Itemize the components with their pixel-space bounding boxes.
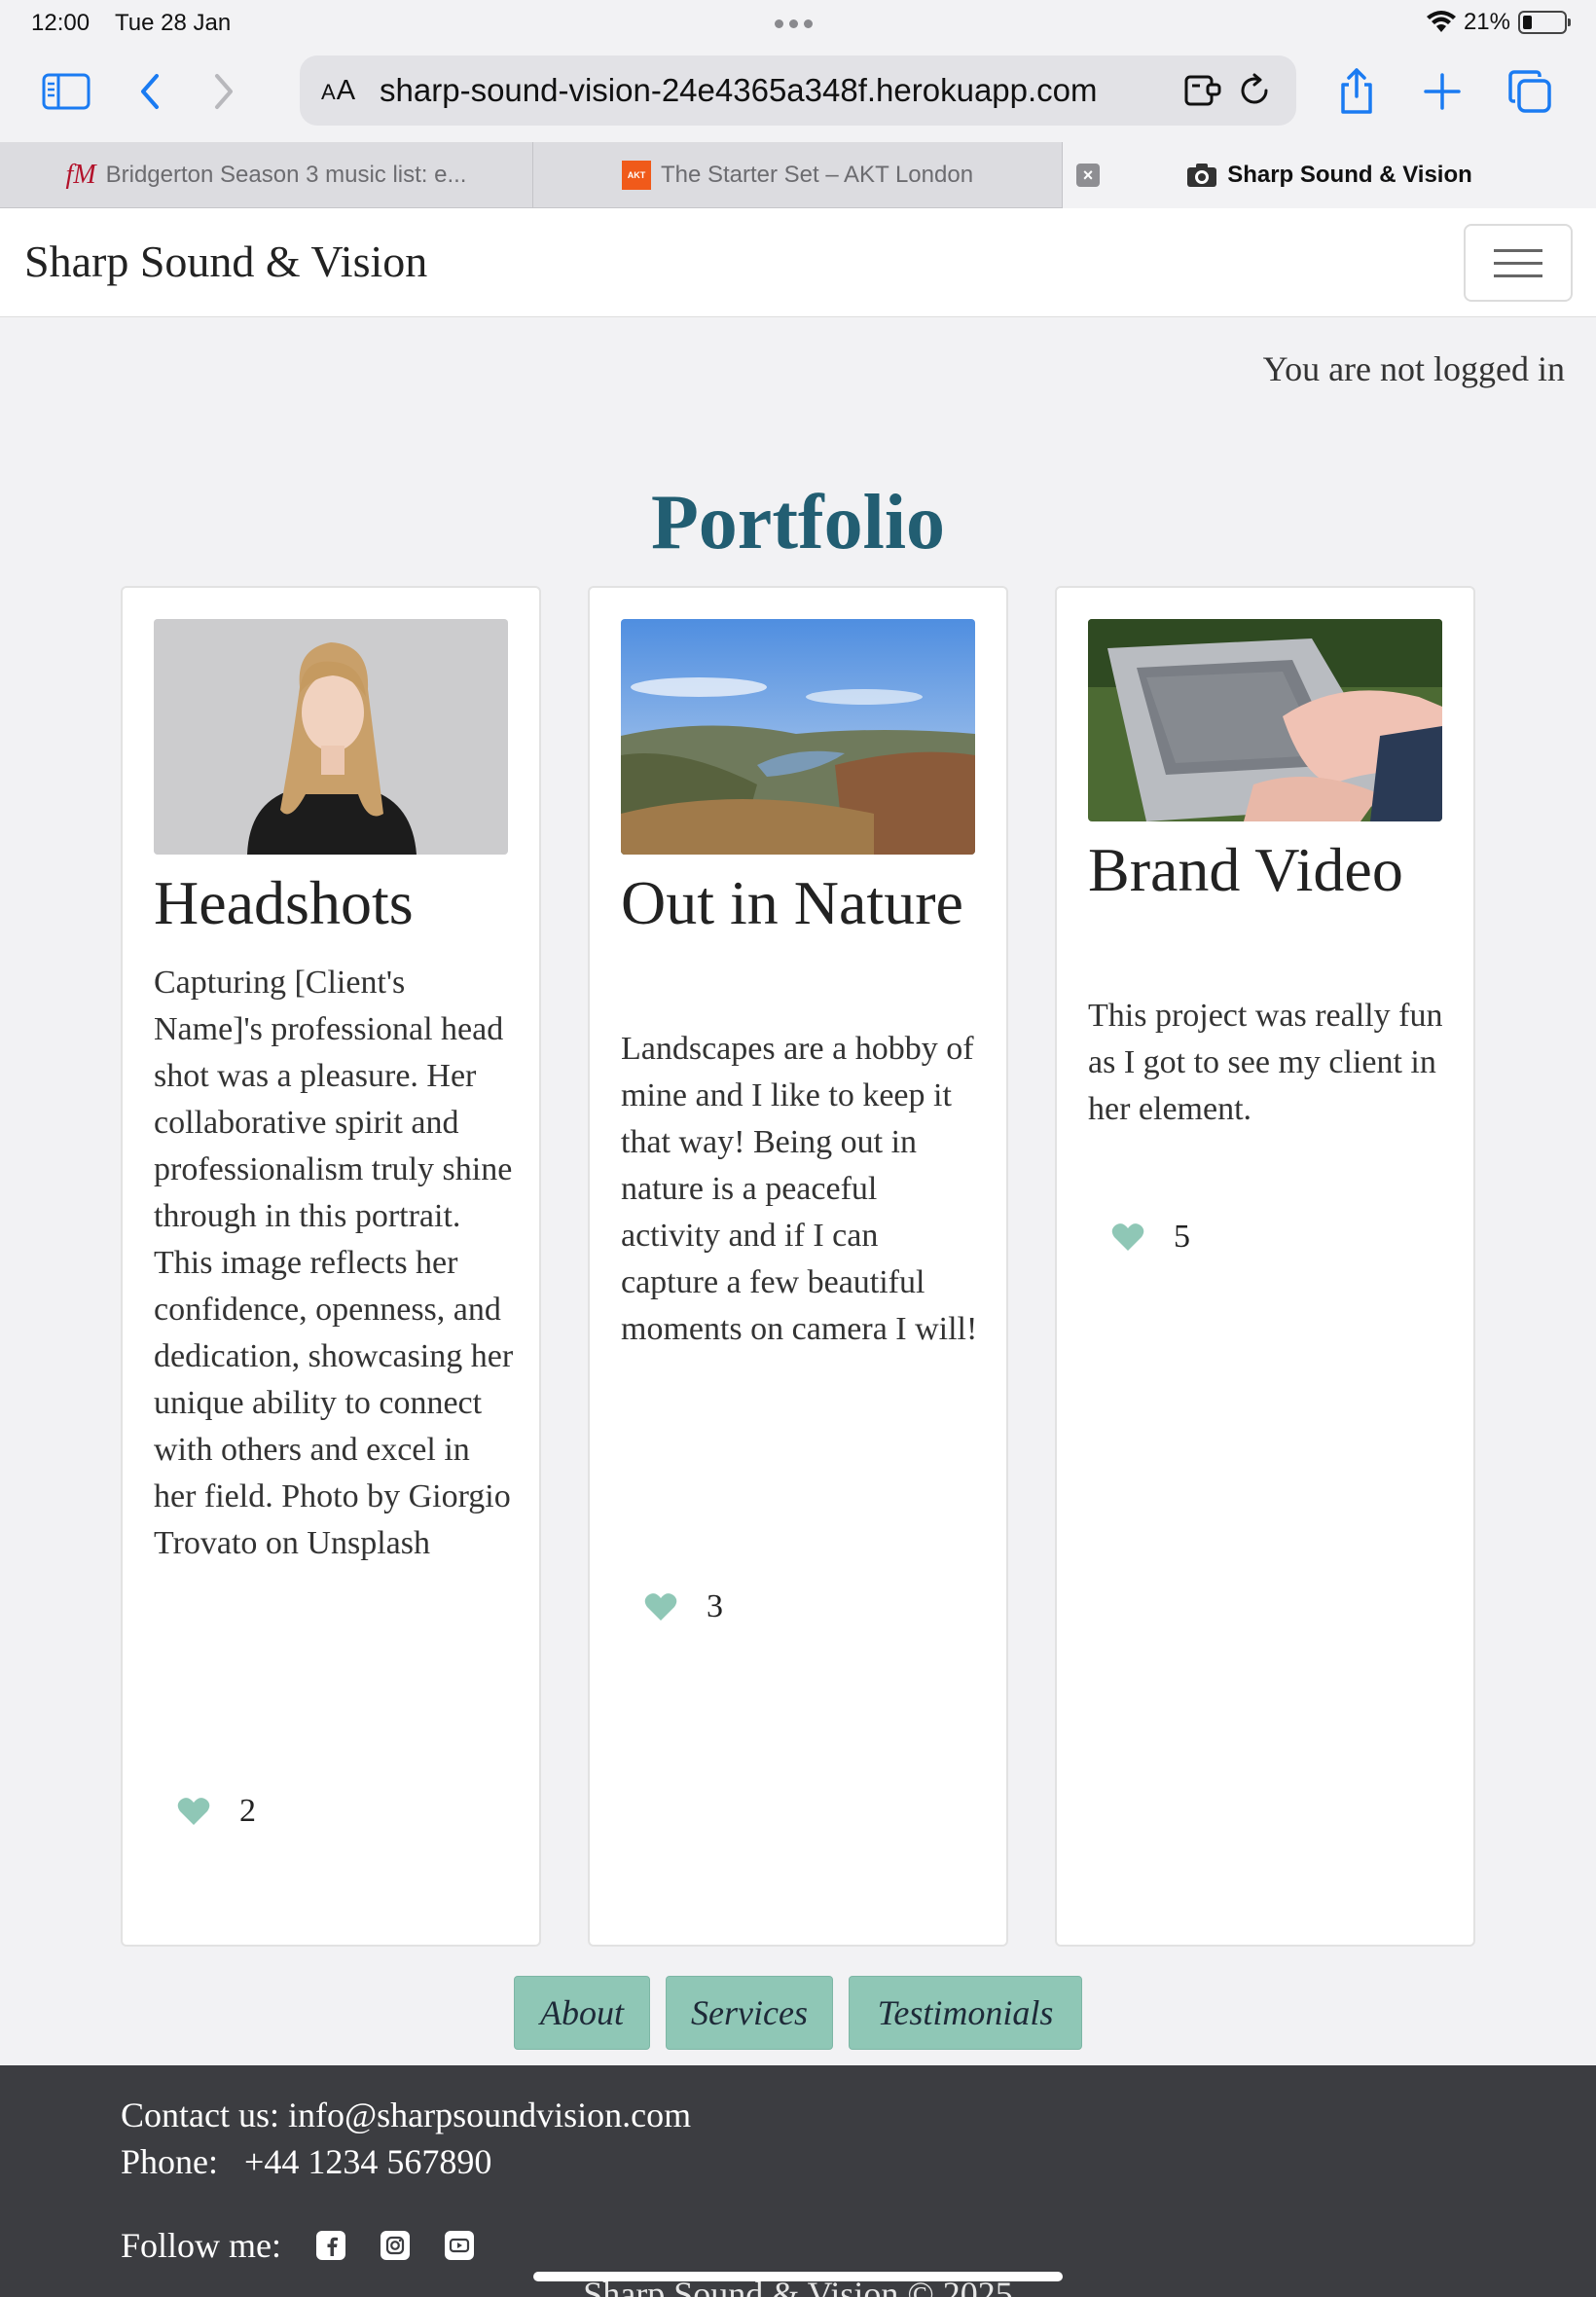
reload-icon[interactable] xyxy=(1234,70,1275,111)
instagram-icon[interactable] xyxy=(381,2231,411,2260)
multitasking-dots-icon[interactable] xyxy=(775,19,813,28)
tab-bar: fM Bridgerton Season 3 music list: e... … xyxy=(0,142,1596,208)
new-tab-icon[interactable] xyxy=(1415,64,1469,119)
like-counter: 2 xyxy=(177,1793,256,1830)
close-tab-icon[interactable]: × xyxy=(1076,164,1100,187)
tab-overview-icon[interactable] xyxy=(1503,64,1557,119)
card-description: Capturing [Client's Name]'s professional… xyxy=(154,965,514,1561)
phone-number[interactable]: +44 1234 567890 xyxy=(244,2142,491,2181)
battery-icon xyxy=(1518,11,1571,34)
social-links: Follow me: xyxy=(121,2225,475,2266)
login-status: You are not logged in xyxy=(1262,349,1565,388)
status-indicators: 21% xyxy=(1426,9,1571,36)
services-button[interactable]: Services xyxy=(666,1976,833,2050)
camera-icon xyxy=(1187,164,1217,187)
status-time: 12:00 xyxy=(31,10,91,36)
favicon-akt: AKT xyxy=(621,161,651,190)
portfolio-card: Brand Video This project was really fun … xyxy=(1055,586,1475,1947)
testimonials-button[interactable]: Testimonials xyxy=(849,1976,1082,2050)
headshot-image xyxy=(154,619,508,855)
like-counter: 5 xyxy=(1111,1219,1190,1256)
heart-icon[interactable] xyxy=(644,1592,677,1622)
card-title: Headshots xyxy=(154,868,414,937)
portfolio-card: Out in Nature Landscapes are a hobby of … xyxy=(588,586,1008,1947)
web-page: Sharp Sound & Vision You are not logged … xyxy=(0,208,1596,2297)
url-text[interactable]: sharp-sound-vision-24e4365a348f.herokuap… xyxy=(380,72,1174,109)
site-navbar: Sharp Sound & Vision xyxy=(0,208,1596,317)
section-nav: About Services Testimonials xyxy=(0,1976,1596,2050)
phone-label: Phone: xyxy=(121,2142,219,2181)
hamburger-icon xyxy=(1494,248,1542,252)
site-footer: Contact us: info@sharpsoundvision.com Ph… xyxy=(0,2065,1596,2297)
status-bar: 12:00 Tue 28 Jan 21% xyxy=(0,0,1596,47)
contact-phone: Phone: +44 1234 567890 xyxy=(121,2141,491,2182)
browser-toolbar: AA sharp-sound-vision-24e4365a348f.herok… xyxy=(0,47,1596,142)
follow-label: Follow me: xyxy=(121,2226,282,2265)
portfolio-card: Headshots Capturing [Client's Name]'s pr… xyxy=(121,586,541,1947)
wifi-icon xyxy=(1426,11,1456,32)
about-button[interactable]: About xyxy=(514,1976,650,2050)
home-indicator[interactable] xyxy=(533,2272,1063,2281)
menu-toggle-button[interactable] xyxy=(1464,224,1573,302)
reader-settings-button[interactable]: AA xyxy=(321,75,356,107)
tab-sharp-sound-vision[interactable]: × Sharp Sound & Vision xyxy=(1063,142,1596,208)
youtube-icon[interactable] xyxy=(445,2231,475,2260)
landscape-image xyxy=(621,619,975,855)
facebook-icon[interactable] xyxy=(316,2231,346,2260)
card-title: Out in Nature xyxy=(621,868,963,937)
contact-email[interactable]: Contact us: info@sharpsoundvision.com xyxy=(121,2095,691,2135)
sidebar-icon[interactable] xyxy=(39,64,93,119)
battery-percent: 21% xyxy=(1463,9,1510,35)
share-icon[interactable] xyxy=(1329,64,1384,119)
card-description: This project was really fun as I got to … xyxy=(1088,998,1443,1127)
extension-icon[interactable] xyxy=(1183,70,1224,111)
like-counter: 3 xyxy=(644,1588,723,1625)
tab-label: The Starter Set – AKT London xyxy=(660,162,974,188)
favicon-fm: fM xyxy=(65,160,96,190)
status-date: Tue 28 Jan xyxy=(115,10,232,36)
like-count: 3 xyxy=(707,1588,723,1624)
tab-bridgerton[interactable]: fM Bridgerton Season 3 music list: e... xyxy=(0,142,533,208)
tab-akt-london[interactable]: AKT The Starter Set – AKT London xyxy=(533,142,1063,208)
tab-label: Bridgerton Season 3 music list: e... xyxy=(105,162,467,188)
back-icon[interactable] xyxy=(123,64,177,119)
forward-icon[interactable] xyxy=(197,64,251,119)
card-description: Landscapes are a hobby of mine and I lik… xyxy=(621,1031,978,1347)
like-count: 2 xyxy=(239,1793,256,1829)
like-count: 5 xyxy=(1174,1219,1190,1255)
heart-icon[interactable] xyxy=(177,1797,210,1826)
page-title: Portfolio xyxy=(650,480,946,565)
brand-video-thumbnail[interactable] xyxy=(1088,619,1442,821)
tab-label: Sharp Sound & Vision xyxy=(1227,162,1472,188)
heart-icon[interactable] xyxy=(1111,1222,1144,1252)
address-bar[interactable]: AA sharp-sound-vision-24e4365a348f.herok… xyxy=(300,55,1296,126)
card-title: Brand Video xyxy=(1088,835,1403,904)
site-brand-link[interactable]: Sharp Sound & Vision xyxy=(24,236,427,287)
